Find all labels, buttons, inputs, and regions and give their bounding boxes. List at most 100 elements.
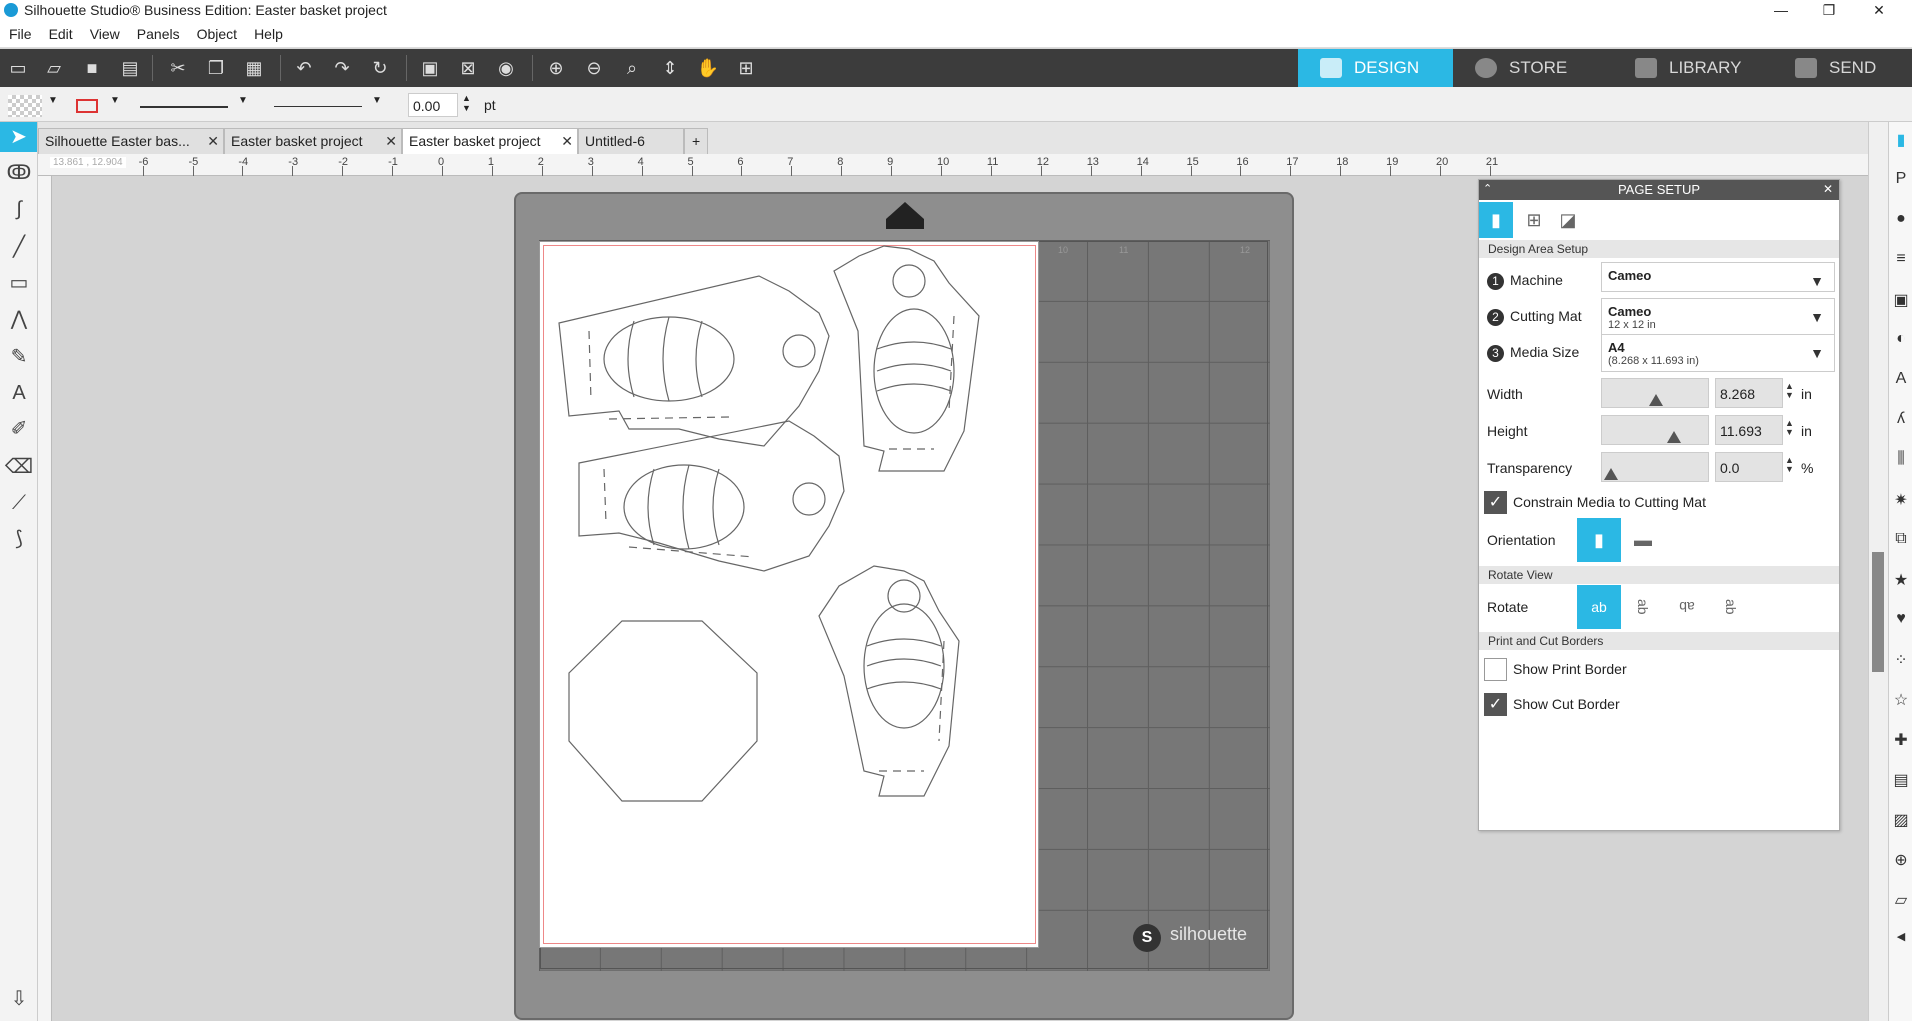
nav-send-tab[interactable]: SEND — [1773, 49, 1912, 87]
line-width-spinner[interactable]: ▲ ▼ — [462, 93, 471, 113]
compound-icon[interactable]: ◉ — [494, 56, 518, 80]
new-file-icon[interactable]: ▭ — [6, 56, 30, 80]
replicate-icon[interactable]: ⧉ — [1891, 530, 1911, 554]
grid-tab-icon[interactable]: ⊞ — [1517, 202, 1551, 238]
tab-silhouette-easter[interactable]: Silhouette Easter bas... ✕ — [38, 128, 224, 154]
star-icon[interactable]: ★ — [1891, 570, 1911, 594]
width-slider[interactable] — [1601, 378, 1709, 408]
line-width-input[interactable]: 0.00 — [408, 93, 458, 117]
copy-icon[interactable]: ❐ — [204, 56, 228, 80]
redo-icon[interactable]: ↷ — [330, 56, 354, 80]
eyedropper-tool-icon[interactable]: ⟆ — [4, 524, 34, 554]
web-icon[interactable]: ⊕ — [1891, 850, 1911, 874]
fill-palette-icon[interactable]: ● — [1891, 210, 1911, 234]
portrait-icon[interactable]: ▮ — [1577, 518, 1621, 562]
zoom-select-icon[interactable]: ⌕ — [620, 56, 644, 80]
chevron-down-icon[interactable]: ▼ — [110, 95, 120, 106]
menu-edit[interactable]: Edit — [40, 22, 81, 42]
line-end-style[interactable] — [274, 106, 362, 107]
pencil-tool-icon[interactable]: ✎ — [4, 342, 34, 372]
align-icon[interactable]: ⫼ — [1891, 450, 1911, 474]
knife-tool-icon[interactable]: ⟋ — [4, 488, 34, 518]
text-style-icon[interactable]: A — [1891, 370, 1911, 394]
rotate-0-icon[interactable]: ab — [1577, 585, 1621, 629]
layers-icon[interactable]: ▤ — [1891, 770, 1911, 794]
collapse-icon[interactable]: ⌃ — [1483, 182, 1492, 195]
transparency-spinner[interactable]: ▲ ▼ — [1785, 456, 1794, 474]
save-icon[interactable]: ■ — [80, 56, 104, 80]
menu-view[interactable]: View — [81, 22, 128, 42]
import-icon[interactable]: ⇩ — [4, 984, 34, 1014]
rhinestone-icon[interactable]: ⁘ — [1891, 650, 1911, 674]
menu-panels[interactable]: Panels — [128, 22, 188, 42]
cut-border-checkbox[interactable]: ✓ — [1484, 693, 1507, 716]
tab-easter-basket-1[interactable]: Easter basket project ✕ — [224, 128, 402, 154]
line-color-swatch[interactable] — [76, 99, 98, 113]
design-shapes[interactable] — [539, 241, 1039, 948]
nav-library-tab[interactable]: LIBRARY — [1613, 49, 1773, 87]
redraw-icon[interactable]: ↻ — [368, 56, 392, 80]
tab-untitled-6[interactable]: Untitled-6 — [578, 128, 684, 154]
fill-swatch[interactable] — [8, 95, 42, 117]
print-icon[interactable]: ▤ — [118, 56, 142, 80]
nav-design-tab[interactable]: DESIGN — [1298, 49, 1453, 87]
media-size-select[interactable]: A4 (8.268 x 11.693 in) ▼ — [1601, 334, 1835, 372]
chevron-down-icon[interactable]: ▼ — [48, 95, 58, 106]
height-slider[interactable] — [1601, 415, 1709, 445]
rotate-180-icon[interactable]: ab — [1665, 585, 1709, 629]
puzzle-icon[interactable]: ✚ — [1891, 730, 1911, 754]
line-style-icon[interactable]: ≡ — [1891, 250, 1911, 274]
sketch-tool-icon[interactable]: ✐ — [4, 414, 34, 444]
print-border-checkbox[interactable] — [1484, 658, 1507, 681]
constrain-checkbox[interactable]: ✓ — [1484, 491, 1507, 514]
chevron-left-icon[interactable]: ◀ — [1891, 930, 1911, 954]
sketch-font-icon[interactable]: ʎ — [1891, 410, 1911, 434]
image-icon[interactable]: ▣ — [1891, 290, 1911, 314]
menu-help[interactable]: Help — [245, 22, 291, 42]
polygon-tool-icon[interactable]: ⋀ — [4, 304, 34, 334]
registration-tab-icon[interactable]: ◪ — [1551, 202, 1585, 238]
width-spinner[interactable]: ▲ ▼ — [1785, 382, 1794, 400]
group-icon[interactable]: ▣ — [418, 56, 442, 80]
rotate-90-icon[interactable]: ab — [1621, 585, 1665, 629]
minimize-button[interactable]: — — [1758, 0, 1804, 22]
pan-hand-icon[interactable]: ✋ — [696, 56, 720, 80]
scrollbar-thumb[interactable] — [1872, 552, 1884, 672]
cut-icon[interactable]: ✂ — [166, 56, 190, 80]
menu-object[interactable]: Object — [188, 22, 245, 42]
point-edit-icon[interactable]: ↂ — [4, 158, 34, 188]
tab-easter-basket-2[interactable]: Easter basket project ✕ — [402, 128, 578, 154]
close-window-button[interactable]: ✕ — [1856, 0, 1902, 22]
select-pointer-icon[interactable]: ➤ — [0, 122, 37, 152]
transform-icon[interactable]: ✷ — [1891, 490, 1911, 514]
paste-icon[interactable]: ▦ — [242, 56, 266, 80]
close-icon[interactable]: ✕ — [385, 129, 397, 153]
line-tool-icon[interactable]: ╱ — [4, 232, 34, 262]
zoom-in-icon[interactable]: ⊕ — [544, 56, 568, 80]
close-icon[interactable]: ✕ — [561, 129, 573, 153]
transparency-input[interactable]: 0.0 — [1715, 452, 1783, 482]
landscape-icon[interactable]: ▬ — [1621, 518, 1665, 562]
height-input[interactable]: 11.693 — [1715, 415, 1783, 445]
nav-store-tab[interactable]: STORE — [1453, 49, 1613, 87]
hatch-icon[interactable]: ▨ — [1891, 810, 1911, 834]
library-panel-icon[interactable]: ♥ — [1891, 610, 1911, 634]
open-folder-icon[interactable]: ▱ — [42, 56, 66, 80]
height-spinner[interactable]: ▲ ▼ — [1785, 419, 1794, 437]
rectangle-tool-icon[interactable]: ▭ — [4, 268, 34, 298]
transparency-slider[interactable] — [1601, 452, 1709, 482]
ungroup-icon[interactable]: ⊠ — [456, 56, 480, 80]
eraser-tool-icon[interactable]: ⌫ — [4, 452, 34, 482]
contrast-icon[interactable]: ◐ — [1891, 330, 1911, 354]
fit-page-icon[interactable]: ⇕ — [658, 56, 682, 80]
chevron-down-icon[interactable]: ▼ — [372, 95, 382, 106]
text-tool-icon[interactable]: A — [4, 378, 34, 408]
line-style[interactable] — [140, 106, 228, 108]
page-setup-icon[interactable]: ▮ — [1891, 130, 1911, 154]
menu-file[interactable]: File — [0, 22, 40, 42]
chevron-down-icon[interactable]: ▼ — [238, 95, 248, 106]
close-icon[interactable]: ✕ — [207, 129, 219, 153]
favorites-icon[interactable]: ☆ — [1891, 690, 1911, 714]
page-setup-tab-icon[interactable]: ▮ — [1479, 202, 1513, 238]
rotate-270-icon[interactable]: ab — [1709, 585, 1753, 629]
